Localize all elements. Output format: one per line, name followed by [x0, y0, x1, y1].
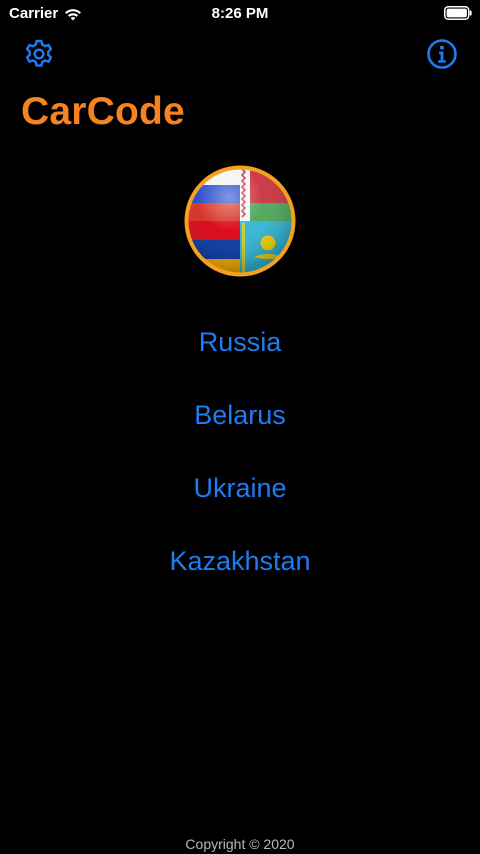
copyright-text: Copyright © 2020: [185, 836, 295, 852]
app-title: CarCode: [21, 90, 185, 133]
main-screen: Carrier 8:26 PM CarCode Russia Belarus U…: [0, 0, 480, 854]
country-list: Russia Belarus Ukraine Kazakhstan: [0, 306, 480, 598]
battery-icon: [444, 6, 472, 20]
country-flags-emblem: [184, 165, 296, 277]
country-button-ukraine[interactable]: Ukraine: [0, 452, 480, 525]
country-button-belarus[interactable]: Belarus: [0, 379, 480, 452]
gear-icon: [25, 39, 53, 67]
settings-button[interactable]: [22, 37, 56, 71]
country-button-russia[interactable]: Russia: [0, 306, 480, 379]
country-button-kazakhstan[interactable]: Kazakhstan: [0, 525, 480, 598]
status-time: 8:26 PM: [211, 5, 269, 22]
info-button[interactable]: [425, 37, 459, 71]
info-icon: [427, 39, 457, 69]
status-bar: Carrier 8:26 PM: [0, 0, 480, 28]
